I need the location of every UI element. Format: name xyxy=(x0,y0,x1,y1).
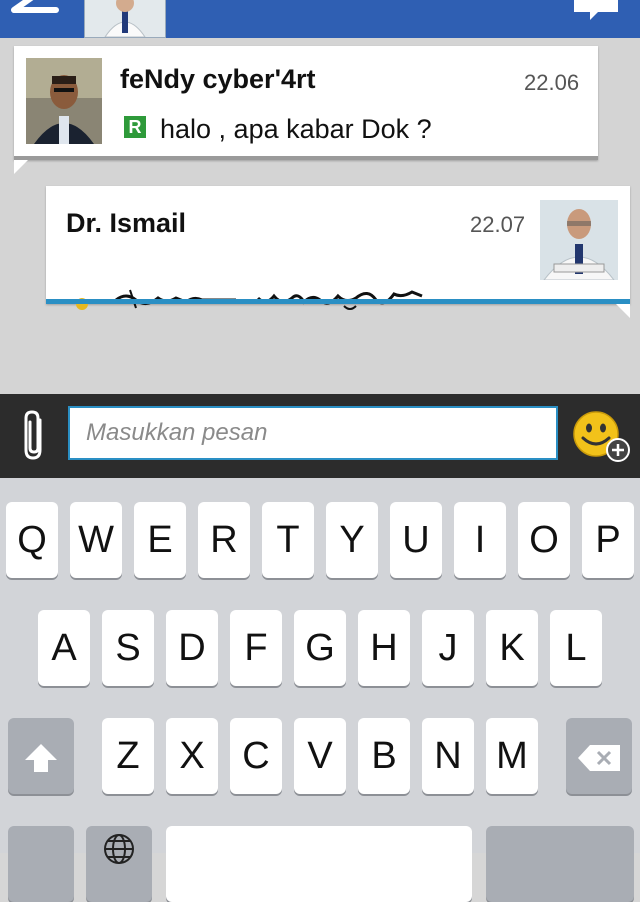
contact-avatar[interactable] xyxy=(84,0,166,38)
message-bubble-outgoing[interactable]: Dr. Ismail 22.07 xyxy=(46,186,630,310)
read-status-badge: R xyxy=(124,116,146,138)
bubble-accent xyxy=(14,156,598,160)
key-k[interactable]: K xyxy=(486,610,538,686)
key-q[interactable]: Q xyxy=(6,502,58,578)
compose-bar xyxy=(0,394,640,478)
top-bar xyxy=(0,0,640,38)
bubble-tail xyxy=(616,304,630,318)
bubble-tail xyxy=(14,160,28,174)
key-s[interactable]: S xyxy=(102,610,154,686)
key-j[interactable]: J xyxy=(422,610,474,686)
key-r[interactable]: R xyxy=(198,502,250,578)
numbers-key[interactable] xyxy=(8,826,74,902)
key-m[interactable]: M xyxy=(486,718,538,794)
shift-arrow-icon xyxy=(25,743,57,772)
key-u[interactable]: U xyxy=(390,502,442,578)
key-b[interactable]: B xyxy=(358,718,410,794)
sender-name: feNdy cyber'4rt xyxy=(120,64,316,94)
key-n[interactable]: N xyxy=(422,718,474,794)
chat-area: feNdy cyber'4rt 22.06 R halo , apa kabar… xyxy=(0,38,640,394)
key-p[interactable]: P xyxy=(582,502,634,578)
space-key[interactable] xyxy=(166,826,472,902)
key-d[interactable]: D xyxy=(166,610,218,686)
paperclip-icon[interactable] xyxy=(18,408,52,464)
key-z[interactable]: Z xyxy=(102,718,154,794)
key-y[interactable]: Y xyxy=(326,502,378,578)
chat-bubble-icon[interactable] xyxy=(570,0,626,24)
scribbled-message-text xyxy=(115,289,423,310)
backspace-icon xyxy=(578,744,620,771)
message-bubble-incoming[interactable]: feNdy cyber'4rt 22.06 R halo , apa kabar… xyxy=(14,46,598,160)
message-input[interactable] xyxy=(68,406,558,460)
key-g[interactable]: G xyxy=(294,610,346,686)
globe-icon xyxy=(104,834,134,864)
key-c[interactable]: C xyxy=(230,718,282,794)
key-h[interactable]: H xyxy=(358,610,410,686)
key-e[interactable]: E xyxy=(134,502,186,578)
message-time: 22.07 xyxy=(470,212,526,237)
shift-key[interactable] xyxy=(8,718,74,794)
doctor-avatar xyxy=(540,200,618,280)
key-l[interactable]: L xyxy=(550,610,602,686)
bubble-accent xyxy=(46,299,630,304)
return-key[interactable] xyxy=(486,826,634,902)
key-t[interactable]: T xyxy=(262,502,314,578)
backspace-key[interactable] xyxy=(566,718,632,794)
globe-key[interactable] xyxy=(86,826,152,902)
key-o[interactable]: O xyxy=(518,502,570,578)
key-i[interactable]: I xyxy=(454,502,506,578)
message-time: 22.06 xyxy=(524,70,580,95)
message-text: halo , apa kabar Dok ? xyxy=(160,114,432,144)
key-a[interactable]: A xyxy=(38,610,90,686)
key-v[interactable]: V xyxy=(294,718,346,794)
key-w[interactable]: W xyxy=(70,502,122,578)
sender-name: Dr. Ismail xyxy=(66,208,187,238)
smiley-add-icon[interactable] xyxy=(570,410,632,464)
back-arrow-icon[interactable] xyxy=(8,0,64,24)
keyboard: Q W E R T Y U I O P A S D F G H J K L Z … xyxy=(0,478,640,902)
sender-avatar xyxy=(26,58,102,144)
key-f[interactable]: F xyxy=(230,610,282,686)
key-x[interactable]: X xyxy=(166,718,218,794)
